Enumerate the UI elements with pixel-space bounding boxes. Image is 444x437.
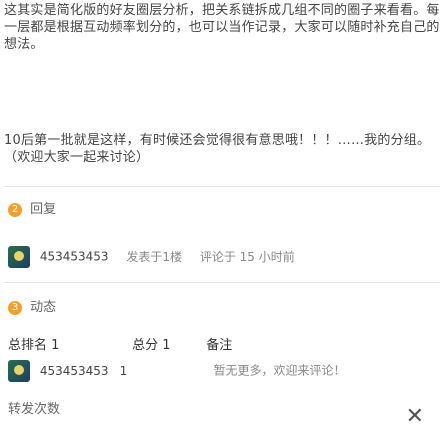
divider bbox=[4, 282, 440, 283]
reply-label: 回复 bbox=[30, 202, 57, 217]
post-paragraph-1: 这其实是简化版的好友圈层分析，把关系链拆成几组不同的圈子来看看。每一层都是根据互… bbox=[4, 3, 440, 52]
user-avatar[interactable] bbox=[8, 360, 30, 382]
reply-section-title[interactable]: 2 回复 bbox=[8, 198, 56, 217]
post-paragraph-2: 10后第一批就是这样，有时候还会觉得很有意思哦！！！……我的分组。（欢迎大家一起… bbox=[4, 133, 431, 165]
activity-badge: 3 bbox=[8, 300, 22, 315]
score-label: 总分 1 bbox=[132, 338, 171, 353]
comment-meta-1: 发表于1楼 bbox=[126, 249, 183, 264]
screen: 这其实是简化版的好友圈层分析，把关系链拆成几组不同的圈子来看看。每一层都是根据互… bbox=[0, 0, 444, 437]
stats-note: 暂无更多，欢迎来评论！ bbox=[213, 363, 346, 378]
stats-value: 1 bbox=[119, 363, 128, 378]
summary-label: 转发次数 bbox=[8, 402, 61, 417]
user-avatar[interactable] bbox=[8, 246, 30, 268]
stats-row: 总排名 1 总分 1 备注 bbox=[8, 334, 232, 353]
extra-label: 备注 bbox=[206, 338, 233, 353]
comment-meta-2: 评论于 15 小时前 bbox=[199, 249, 295, 264]
activity-section-title[interactable]: 3 动态 bbox=[8, 296, 56, 315]
comment-username[interactable]: 453453453 bbox=[40, 250, 109, 264]
reply-badge: 2 bbox=[8, 202, 22, 217]
activity-label: 动态 bbox=[30, 300, 57, 315]
comment-row[interactable]: 453453453 发表于1楼 评论于 15 小时前 bbox=[8, 246, 295, 268]
divider bbox=[4, 186, 440, 187]
close-icon[interactable]: ✕ bbox=[406, 404, 424, 429]
rank-label: 总排名 1 bbox=[8, 338, 60, 353]
stats-user-row[interactable]: 453453453 1 暂无更多，欢迎来评论！ bbox=[8, 360, 346, 382]
stats-username[interactable]: 453453453 bbox=[40, 364, 116, 378]
summary-title: 转发次数 bbox=[8, 398, 60, 417]
